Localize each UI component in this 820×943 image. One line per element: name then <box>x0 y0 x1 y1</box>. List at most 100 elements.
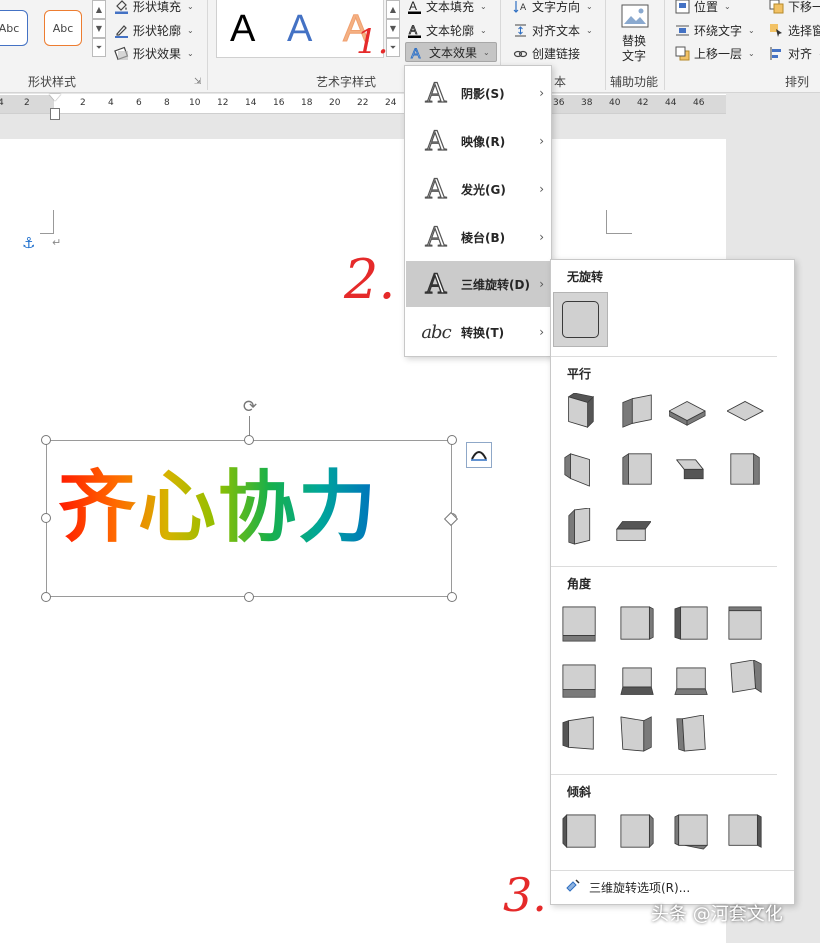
menu-item-reflection[interactable]: A 映像(R) › <box>406 118 552 164</box>
group-separator <box>605 0 606 90</box>
hanging-indent-marker[interactable] <box>50 108 60 120</box>
shape-effects-button[interactable]: 形状效果 ⌄ <box>113 43 194 63</box>
menu-item-label: 发光(G) <box>461 182 506 197</box>
3d-rotation-preset-option[interactable] <box>619 715 657 753</box>
3d-rotation-preset-option[interactable] <box>727 605 765 643</box>
align-button[interactable]: 对齐⌄ <box>768 43 820 63</box>
3d-rotation-preset-option[interactable] <box>669 456 707 494</box>
3d-rotation-preset-option[interactable] <box>673 813 711 851</box>
3d-rotation-options-link[interactable]: 三维旋转选项(R)... <box>565 878 690 897</box>
section-divider <box>551 566 777 567</box>
preset-side-face <box>643 716 652 752</box>
no-rotation-option-selected[interactable] <box>553 292 608 347</box>
preset-side-face <box>622 398 633 428</box>
preset-front-face <box>616 528 646 541</box>
3d-rotation-preset-option[interactable] <box>727 660 765 698</box>
rotate-handle-icon[interactable]: ⟳ <box>240 397 260 417</box>
wordart-text[interactable]: 齐心协力 <box>58 458 378 558</box>
preset-side-face <box>674 606 681 640</box>
3d-rotation-preset-option[interactable] <box>673 605 711 643</box>
position-button[interactable]: 位置 ⌄ <box>674 0 731 16</box>
3d-rotation-preset-option[interactable] <box>619 813 657 851</box>
send-backward-button[interactable]: 下移一 <box>768 0 820 16</box>
paint-bucket-icon <box>113 0 129 14</box>
preset-side-face <box>564 453 571 480</box>
chevron-down-icon: ⌄ <box>187 1 194 11</box>
menu-item-label: 映像(R) <box>461 134 506 149</box>
gallery-scroll-up-button[interactable]: ▲ <box>92 0 106 19</box>
group-separator <box>207 0 208 90</box>
3d-rotation-preset-option[interactable] <box>561 813 599 851</box>
3d-rotation-preset-option[interactable] <box>613 512 651 550</box>
text-fill-button[interactable]: A 文本填充 ⌄ <box>406 0 487 16</box>
shape-fill-button[interactable]: 形状填充 ⌄ <box>113 0 194 16</box>
wordart-sample-blue[interactable]: A <box>287 9 312 49</box>
menu-item-3d-rotation[interactable]: A 三维旋转(D) › <box>406 261 552 307</box>
wordart-gallery-up-button[interactable]: ▲ <box>386 0 400 19</box>
text-fill-label: 文本填充 <box>426 0 475 14</box>
shape-fill-label: 形状填充 <box>133 0 182 14</box>
text-outline-button[interactable]: A 文本轮廓 ⌄ <box>406 20 487 40</box>
bring-forward-button[interactable]: 上移一层 ⌄ <box>674 43 755 63</box>
section-divider <box>551 356 777 357</box>
3d-rotation-preset-option[interactable] <box>561 450 599 488</box>
text-direction-button[interactable]: A 文字方向 ⌄ <box>512 0 593 16</box>
shape-style-sample-orange[interactable]: Abc <box>44 10 82 46</box>
3d-rotation-preset-option[interactable] <box>669 393 707 431</box>
3d-rotation-preset-option[interactable] <box>565 508 603 546</box>
text-effects-button[interactable]: A 文本效果 ⌄ <box>405 42 497 62</box>
first-line-indent-marker[interactable] <box>49 94 61 101</box>
dialog-launcher-icon[interactable]: ⇲ <box>194 77 202 87</box>
selection-pane-button[interactable]: 选择窗 <box>768 20 820 40</box>
shape-style-sample-blue[interactable]: Abc <box>0 10 28 46</box>
preset-side-face <box>620 686 654 695</box>
text-group-label: 本 <box>554 75 567 89</box>
wordart-sample-black[interactable]: A <box>230 9 255 49</box>
horizontal-ruler[interactable]: 4 2 2 4 6 8 10 12 14 16 18 20 22 24 36 3… <box>0 94 726 114</box>
3d-rotation-preset-option[interactable] <box>727 393 765 431</box>
3d-rotation-preset-option[interactable] <box>619 666 657 704</box>
ruler-tick: 18 <box>301 98 313 108</box>
ruler-tick: 4 <box>108 98 114 108</box>
menu-item-bevel[interactable]: A 棱台(B) › <box>406 214 552 260</box>
resize-handle[interactable] <box>447 592 457 602</box>
3d-rotation-preset-option[interactable] <box>727 450 765 488</box>
svg-text:A: A <box>409 0 417 13</box>
gallery-expand-button[interactable]: ⏷ <box>92 38 106 57</box>
menu-item-shadow[interactable]: A 阴影(S) › <box>406 70 552 116</box>
svg-text:A: A <box>411 45 421 60</box>
resize-handle[interactable] <box>244 435 254 445</box>
resize-handle[interactable] <box>447 435 457 445</box>
create-link-button[interactable]: 创建链接 <box>512 43 580 63</box>
preset-front-face <box>676 667 706 690</box>
3d-rotation-preset-option[interactable] <box>561 715 599 753</box>
preset-side-face <box>649 813 654 849</box>
3d-rotation-preset-option[interactable] <box>673 715 711 753</box>
preset-front-face <box>727 401 764 421</box>
menu-item-label: 三维旋转(D) <box>461 277 530 292</box>
resize-handle[interactable] <box>244 592 254 602</box>
preset-front-face <box>562 606 596 636</box>
resize-handle[interactable] <box>41 513 51 523</box>
3d-rotation-preset-option[interactable] <box>619 605 657 643</box>
resize-handle[interactable] <box>41 435 51 445</box>
3d-rotation-preset-option[interactable] <box>561 605 599 643</box>
align-text-button[interactable]: 对齐文本 ⌄ <box>512 20 593 40</box>
menu-item-glow[interactable]: A 发光(G) › <box>406 166 552 212</box>
gallery-scroll-down-button[interactable]: ▼ <box>92 19 106 38</box>
3d-rotation-preset-option[interactable] <box>619 450 657 488</box>
alt-text-button[interactable]: 替换 文字 <box>614 2 656 64</box>
resize-handle[interactable] <box>41 592 51 602</box>
menu-item-transform[interactable]: abc 转换(T) › <box>406 309 552 355</box>
3d-rotation-preset-option[interactable] <box>561 663 599 701</box>
section-divider <box>551 774 777 775</box>
3d-rotation-preset-option[interactable] <box>619 393 657 431</box>
wrap-text-button[interactable]: 环绕文字 ⌄ <box>674 20 755 40</box>
preset-front-face <box>570 453 590 487</box>
ruler-tick: 12 <box>217 98 229 108</box>
3d-rotation-preset-option[interactable] <box>673 666 711 704</box>
3d-rotation-preset-option[interactable] <box>561 393 599 431</box>
shape-outline-button[interactable]: 形状轮廓 ⌄ <box>113 20 194 40</box>
3d-rotation-preset-option[interactable] <box>727 813 765 851</box>
layout-options-button[interactable] <box>466 442 492 468</box>
